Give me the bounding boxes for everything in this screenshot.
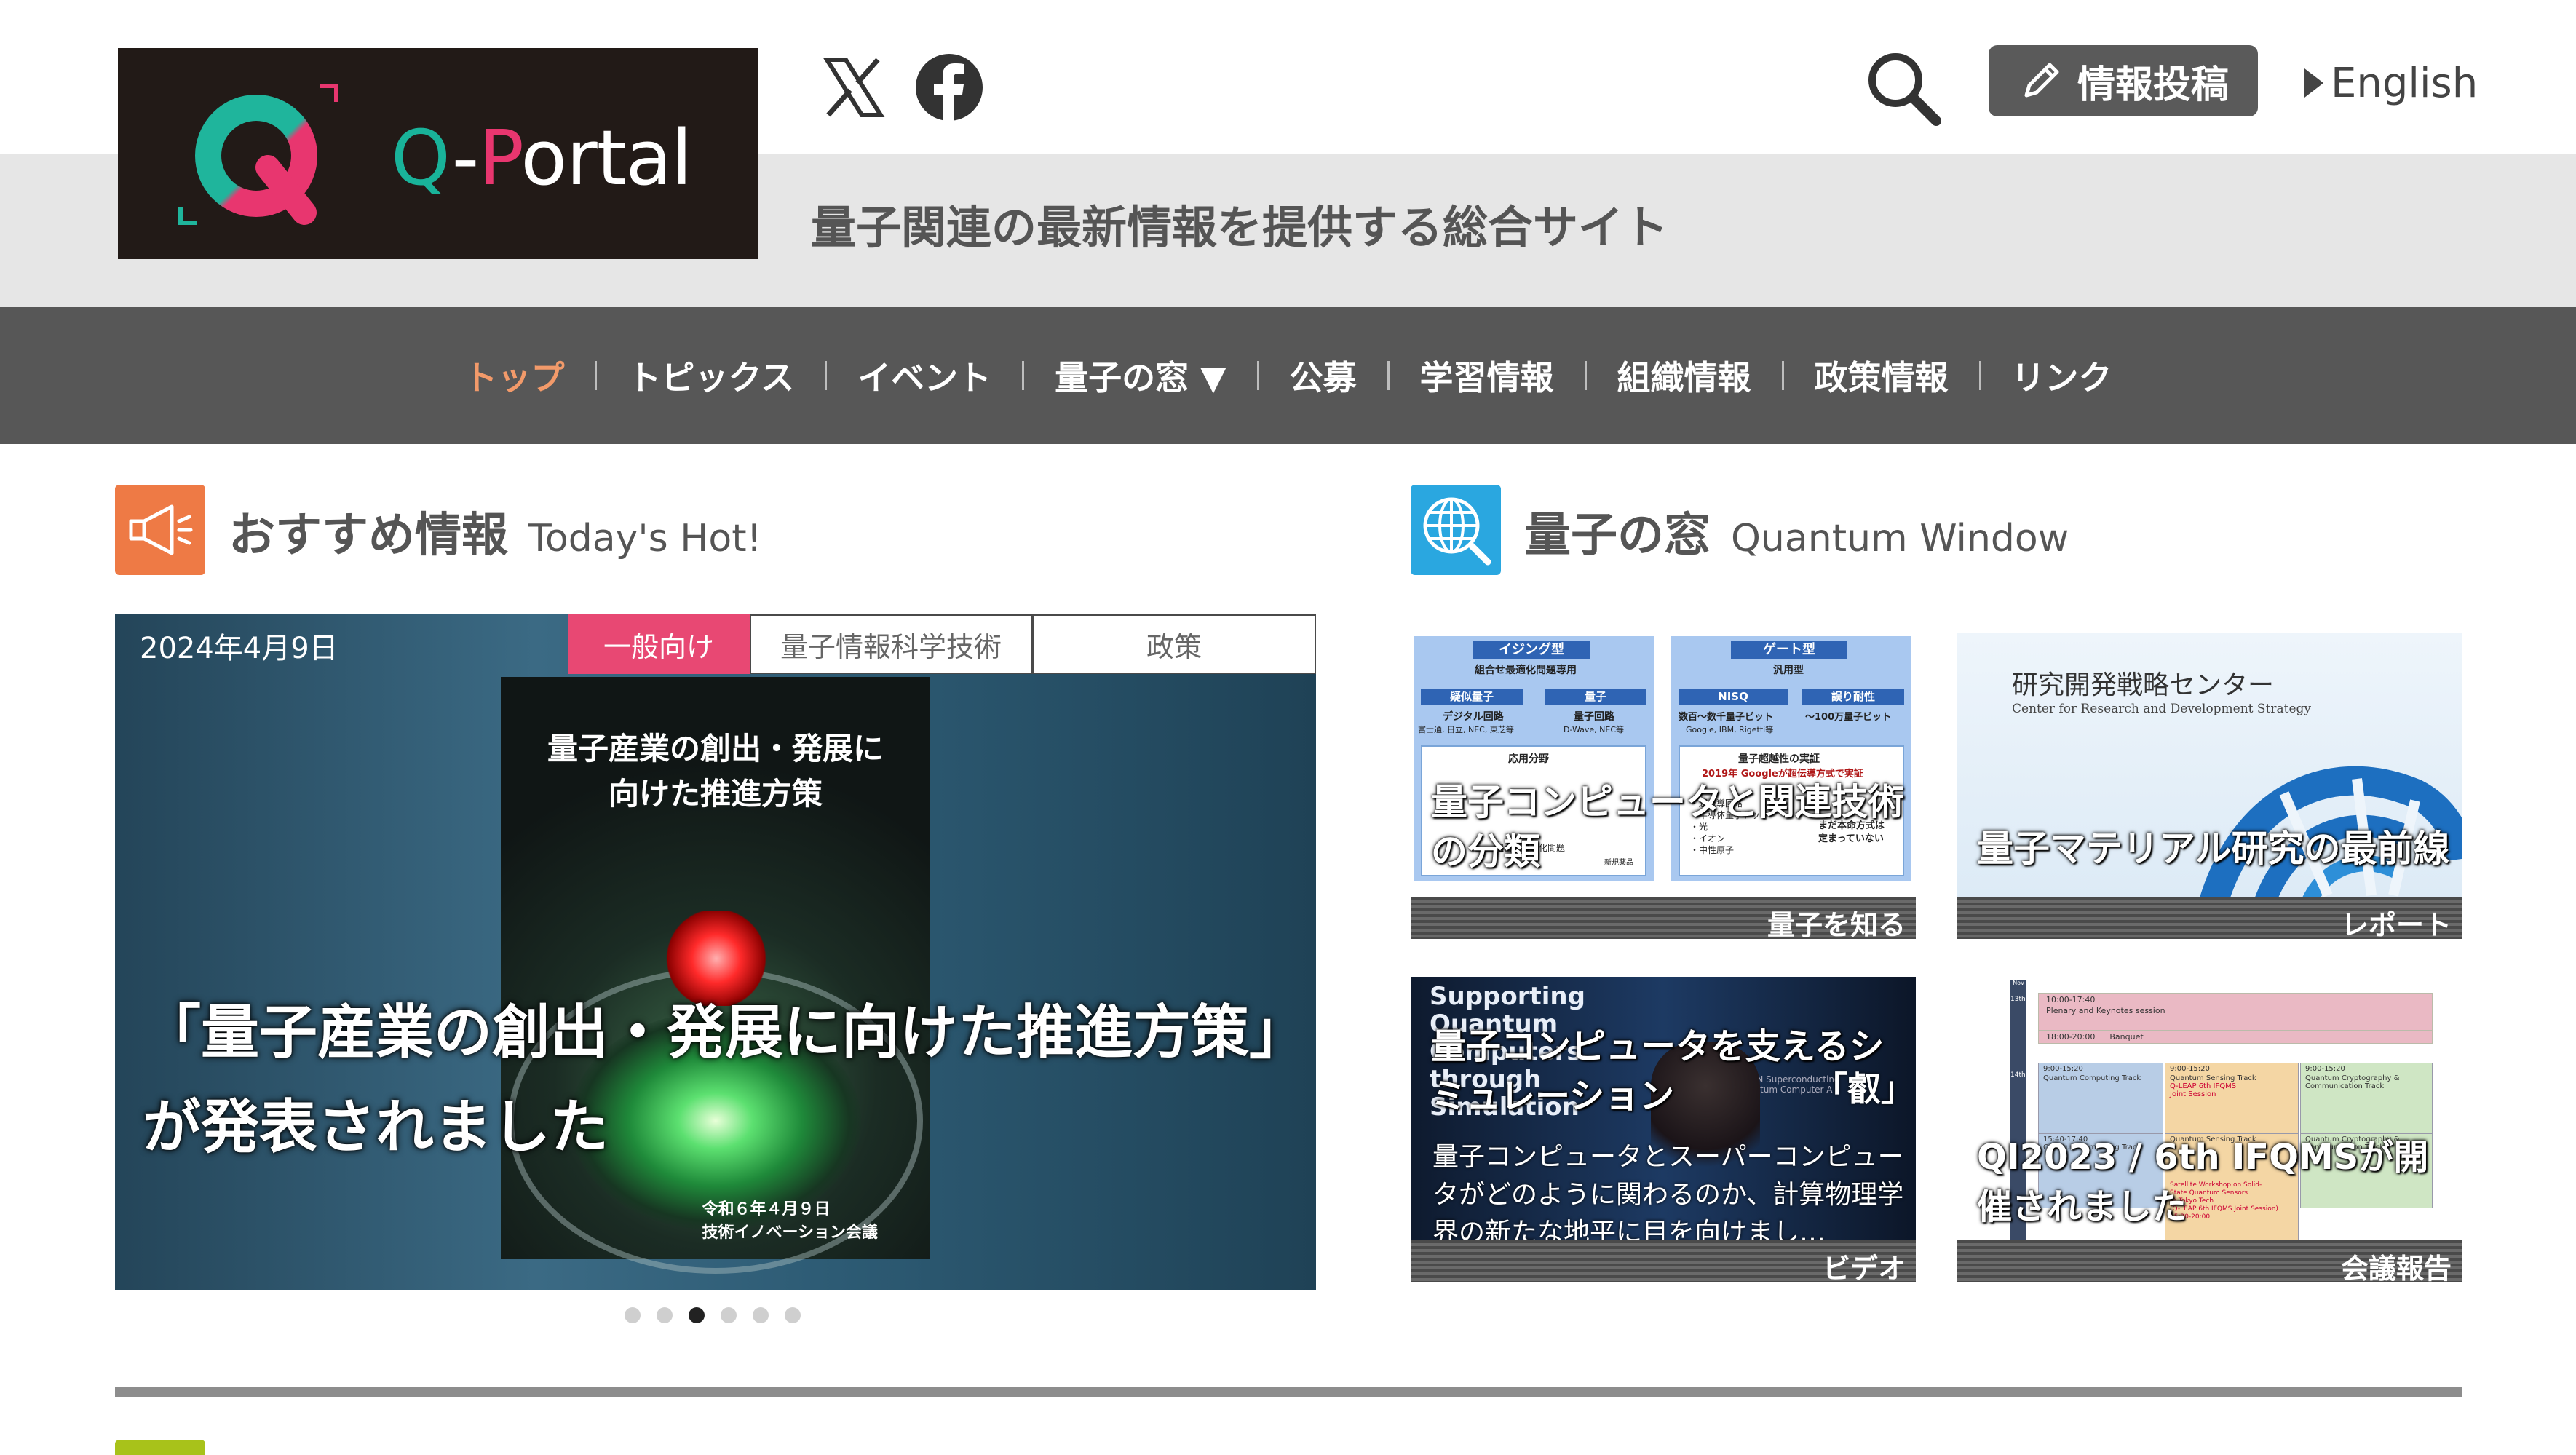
featured-title-jp: おすすめ情報: [229, 509, 508, 563]
tag-policy[interactable]: 政策: [1032, 614, 1316, 674]
card-title: 量子コンピュータを支えるシ ミュレーション: [1431, 1026, 1885, 1117]
next-section-icon: [115, 1440, 205, 1455]
diagram-label: 量子超越性の実証: [1738, 753, 1820, 765]
diagram-label: ゲート型: [1731, 641, 1847, 659]
crds-logo-icon: [2197, 766, 2462, 910]
card-subtitle: 量子コンピュータとスーパーコンピュータがどのように関わるのか、計算物理学界の新た…: [1432, 1142, 1904, 1248]
post-info-button[interactable]: 情報投稿: [1989, 45, 2258, 116]
card-image-crds: 研究開発戦略センター Center for Research and Devel…: [1957, 633, 2462, 910]
card-category: ビデオ: [1822, 1253, 1906, 1282]
featured-title-en: Today's Hot!: [528, 517, 762, 560]
card-quantum-material-research[interactable]: 研究開発戦略センター Center for Research and Devel…: [1957, 633, 2462, 939]
diagram-label: D-Wave, NEC等: [1564, 725, 1625, 734]
search-icon[interactable]: [1863, 48, 1943, 128]
slider-dot[interactable]: [753, 1307, 769, 1323]
diagram-label: NISQ: [1679, 689, 1788, 705]
slide-caption: 「量子産業の創出・発展に向けた推進方策」が発表されました: [143, 999, 1307, 1161]
nav-item-organizations[interactable]: 組織情報: [1587, 352, 1782, 400]
card-category: レポート: [2340, 909, 2452, 939]
slide-tags: 一般向け 量子情報科学技術 政策: [568, 614, 1316, 674]
card-title: QI2023 / 6th IFQMSが開 催されました: [1977, 1137, 2429, 1227]
section-divider: [115, 1387, 2462, 1397]
diagram-label: 数百～数千量子ビット: [1679, 712, 1774, 723]
nav-item-topics[interactable]: トピックス: [597, 352, 825, 400]
slider-dots: [625, 1307, 801, 1323]
diagram-label: 量子回路: [1574, 711, 1614, 723]
english-link-label: English: [2331, 59, 2478, 107]
diagram-label: 応用分野: [1508, 753, 1549, 765]
site-logo[interactable]: Q-Portal: [118, 48, 758, 259]
card-category: 量子を知る: [1767, 909, 1906, 939]
card-title: 量子マテリアル研究の最前線: [1977, 828, 2450, 870]
quantum-window-title: 量子の窓 Quantum Window: [1524, 498, 2069, 565]
english-link[interactable]: English: [2304, 54, 2478, 112]
quantum-window-title-jp: 量子の窓: [1524, 509, 1711, 563]
facebook-icon[interactable]: [913, 51, 986, 124]
card-quantum-computer-classification[interactable]: イジング型 組合せ最適化問題専用 疑似量子 量子 デジタル回路 富士通, 日立,…: [1411, 633, 1916, 939]
logo-text: Q-Portal: [391, 114, 692, 202]
card-image-schedule: Nov 13th 14th 10:00-17:40 Plenary and Ke…: [1957, 977, 2462, 1253]
diagram-label: ～100万量子ビット: [1805, 712, 1892, 723]
crds-title: 研究開発戦略センター: [2012, 670, 2275, 700]
card-category-bar: 量子を知る: [1411, 897, 1916, 939]
pencil-icon: [2024, 63, 2059, 98]
site-tagline: 量子関連の最新情報を提供する総合サイト: [811, 201, 1669, 254]
slide-date: 2024年4月9日: [140, 632, 338, 665]
card-category-bar: 会議報告: [1957, 1240, 2462, 1282]
slider-dot-active[interactable]: [689, 1307, 705, 1323]
photo-title: 量子産業の創出・発展に 向けた推進方策: [547, 731, 884, 812]
slider-dot[interactable]: [721, 1307, 737, 1323]
post-button-label: 情報投稿: [2077, 63, 2229, 107]
diagram-label: 誤り耐性: [1802, 689, 1904, 705]
main-nav: トップ トピックス イベント 量子の窓 ▼ 公募 学習情報 組織情報 政策情報 …: [0, 307, 2576, 444]
nav-item-top[interactable]: トップ: [433, 352, 595, 400]
diagram-label: Google, IBM, Rigetti等: [1686, 725, 1774, 734]
featured-title: おすすめ情報 Today's Hot!: [229, 498, 761, 565]
megaphone-icon: [115, 485, 205, 575]
featured-slide[interactable]: 量子産業の創出・発展に 向けた推進方策 令和６年４月９日 技術イノベーション会議…: [115, 614, 1316, 1290]
q-logo-icon: [178, 84, 338, 225]
schedule-plenary: 10:00-17:40 Plenary and Keynotes session…: [2038, 993, 2433, 1044]
card-category: 会議報告: [2340, 1253, 2452, 1282]
card-image-video: Supporting Quantum Computers through Sim…: [1411, 977, 1916, 1253]
diagram-label: 富士通, 日立, NEC, 東芝等: [1418, 725, 1514, 734]
card-qi2023-conference[interactable]: Nov 13th 14th 10:00-17:40 Plenary and Ke…: [1957, 977, 2462, 1282]
tag-quantum-info-science[interactable]: 量子情報科学技術: [750, 614, 1032, 674]
card-category-bar: レポート: [1957, 897, 2462, 939]
card-simulation-video[interactable]: Supporting Quantum Computers through Sim…: [1411, 977, 1916, 1282]
x-icon[interactable]: [817, 51, 889, 124]
globe-search-icon: [1411, 485, 1501, 575]
nav-item-policy[interactable]: 政策情報: [1784, 352, 1979, 400]
diagram-label: デジタル回路: [1443, 711, 1504, 723]
nav-item-events[interactable]: イベント: [827, 352, 1022, 400]
diagram-label: 量子: [1545, 689, 1646, 705]
diagram-label: 汎用型: [1773, 665, 1804, 676]
card-image-diagram: イジング型 組合せ最適化問題専用 疑似量子 量子 デジタル回路 富士通, 日立,…: [1411, 633, 1916, 910]
slider-dot[interactable]: [657, 1307, 673, 1323]
nav-item-quantum-window[interactable]: 量子の窓 ▼: [1024, 352, 1256, 400]
card-title: 量子コンピュータと関連技術 の分類: [1431, 781, 1904, 873]
nav-item-calls[interactable]: 公募: [1259, 352, 1387, 400]
card-category-bar: ビデオ: [1411, 1240, 1916, 1282]
photo-footer: 令和６年４月９日 技術イノベーション会議: [702, 1200, 878, 1242]
nav-item-links[interactable]: リンク: [1981, 352, 2143, 400]
slider-dot[interactable]: [785, 1307, 801, 1323]
nav-item-learning[interactable]: 学習情報: [1390, 352, 1585, 400]
quantum-window-title-en: Quantum Window: [1731, 517, 2069, 560]
diagram-label: 組合せ最適化問題専用: [1475, 665, 1577, 676]
triangle-right-icon: [2304, 68, 2323, 98]
diagram-label: 疑似量子: [1421, 689, 1523, 705]
diagram-label: イジング型: [1473, 641, 1590, 659]
slider-dot[interactable]: [625, 1307, 641, 1323]
tag-general[interactable]: 一般向け: [568, 614, 750, 674]
